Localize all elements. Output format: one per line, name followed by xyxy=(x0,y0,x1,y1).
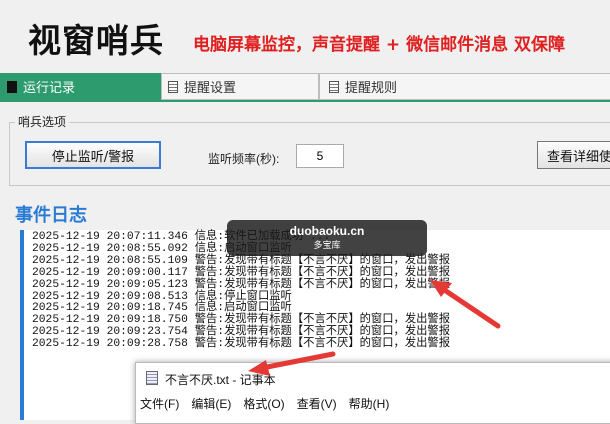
arrow-to-notepad xyxy=(248,351,336,376)
arrow-to-log xyxy=(430,280,501,329)
annotation-arrows xyxy=(248,280,501,376)
